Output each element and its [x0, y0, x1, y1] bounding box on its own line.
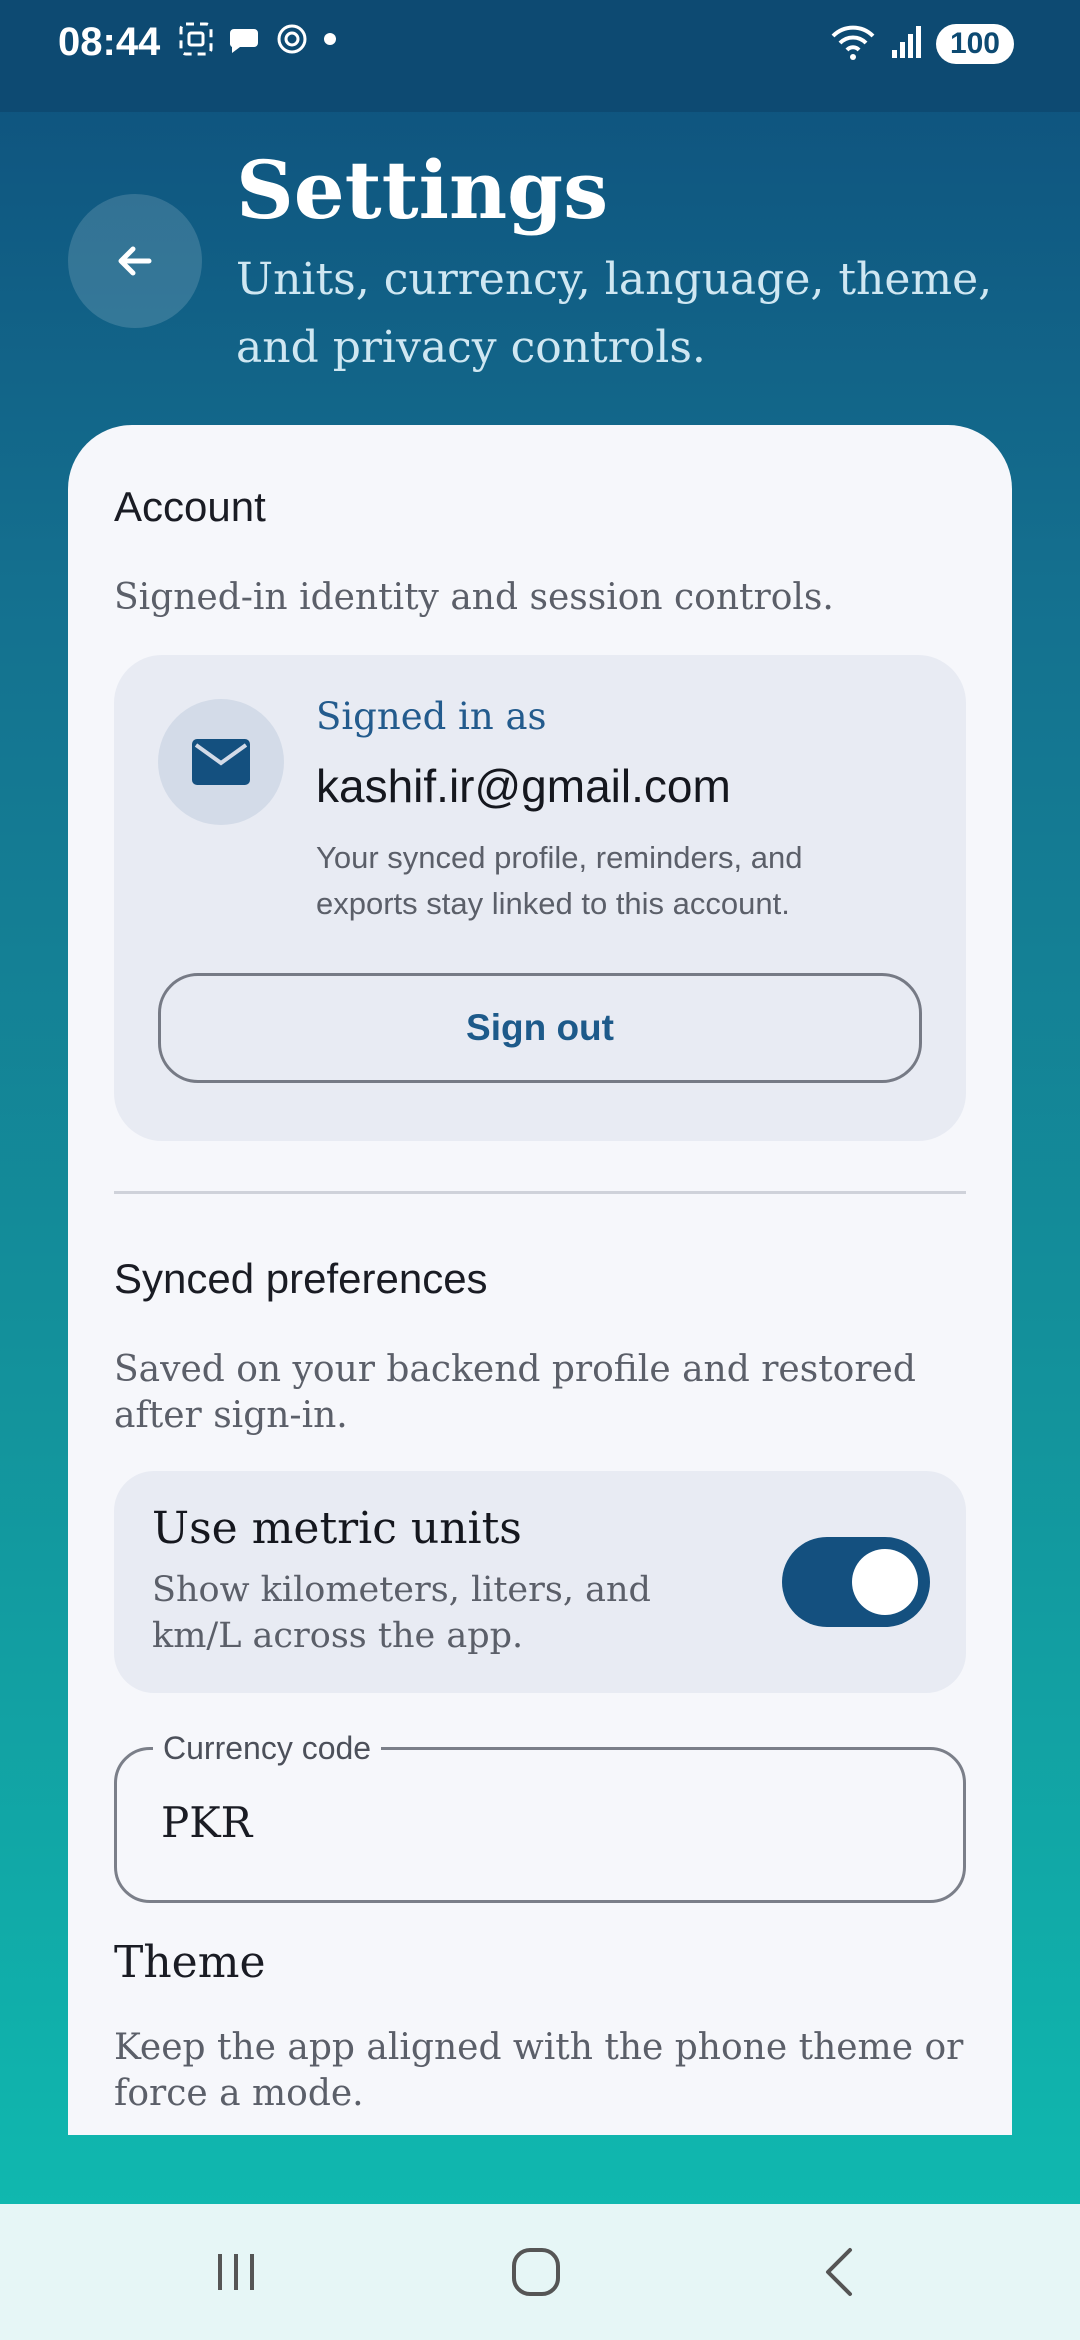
- theme-section-description: Keep the app aligned with the phone them…: [114, 2027, 964, 2114]
- recent-apps-icon: [218, 2254, 254, 2290]
- currency-code-field[interactable]: Currency code PKR: [114, 1728, 966, 1903]
- wifi-icon: [830, 22, 876, 67]
- battery-indicator: 100: [935, 24, 1014, 64]
- settings-card: Account Signed-in identity and session c…: [68, 425, 1012, 2135]
- metric-units-setting[interactable]: Use metric units Show kilometers, liters…: [114, 1471, 966, 1693]
- status-notification-icons: [178, 22, 338, 66]
- metric-units-title: Use metric units: [152, 1503, 522, 1554]
- synced-section-title: Synced preferences: [114, 1255, 488, 1302]
- account-email: kashif.ir@gmail.com: [316, 760, 731, 812]
- chat-icon: [226, 21, 262, 68]
- nav-back-button[interactable]: [780, 2232, 900, 2312]
- toggle-knob: [852, 1549, 918, 1615]
- chevron-left-icon: [826, 2248, 852, 2296]
- sign-out-button[interactable]: Sign out: [158, 973, 922, 1083]
- avatar: [158, 699, 284, 825]
- arrow-left-icon: [118, 246, 152, 276]
- account-note: Your synced profile, reminders, and expo…: [316, 840, 803, 921]
- screenshot-icon: [178, 21, 214, 68]
- page-title: Settings: [236, 143, 609, 237]
- currency-code-value[interactable]: PKR: [161, 1798, 252, 1847]
- back-button[interactable]: [68, 194, 202, 328]
- metric-units-toggle[interactable]: [782, 1537, 930, 1627]
- account-panel: Signed in as kashif.ir@gmail.com Your sy…: [114, 655, 966, 1141]
- home-button[interactable]: [476, 2232, 596, 2312]
- home-icon: [512, 2248, 560, 2296]
- status-time: 08:44: [58, 20, 161, 64]
- mail-icon: [192, 739, 250, 785]
- status-bar: 08:44 100: [0, 0, 1080, 112]
- dot-icon: [322, 21, 338, 68]
- openai-icon: [274, 21, 310, 68]
- synced-section-description: Saved on your backend profile and restor…: [114, 1349, 916, 1436]
- metric-units-description: Show kilometers, liters, and km/L across…: [152, 1570, 651, 1656]
- divider: [114, 1191, 966, 1194]
- account-section-title: Account: [114, 483, 266, 530]
- theme-section-title: Theme: [114, 1937, 266, 1988]
- recent-apps-button[interactable]: [176, 2232, 296, 2312]
- signal-icon: [890, 24, 922, 65]
- account-section-description: Signed-in identity and session controls.: [114, 577, 834, 618]
- system-nav-bar: [0, 2204, 1080, 2340]
- currency-code-label: Currency code: [153, 1728, 382, 1768]
- status-right: 100: [830, 22, 1014, 66]
- page-subtitle: Units, currency, language, theme, and pr…: [236, 254, 993, 373]
- signed-in-label: Signed in as: [316, 695, 547, 738]
